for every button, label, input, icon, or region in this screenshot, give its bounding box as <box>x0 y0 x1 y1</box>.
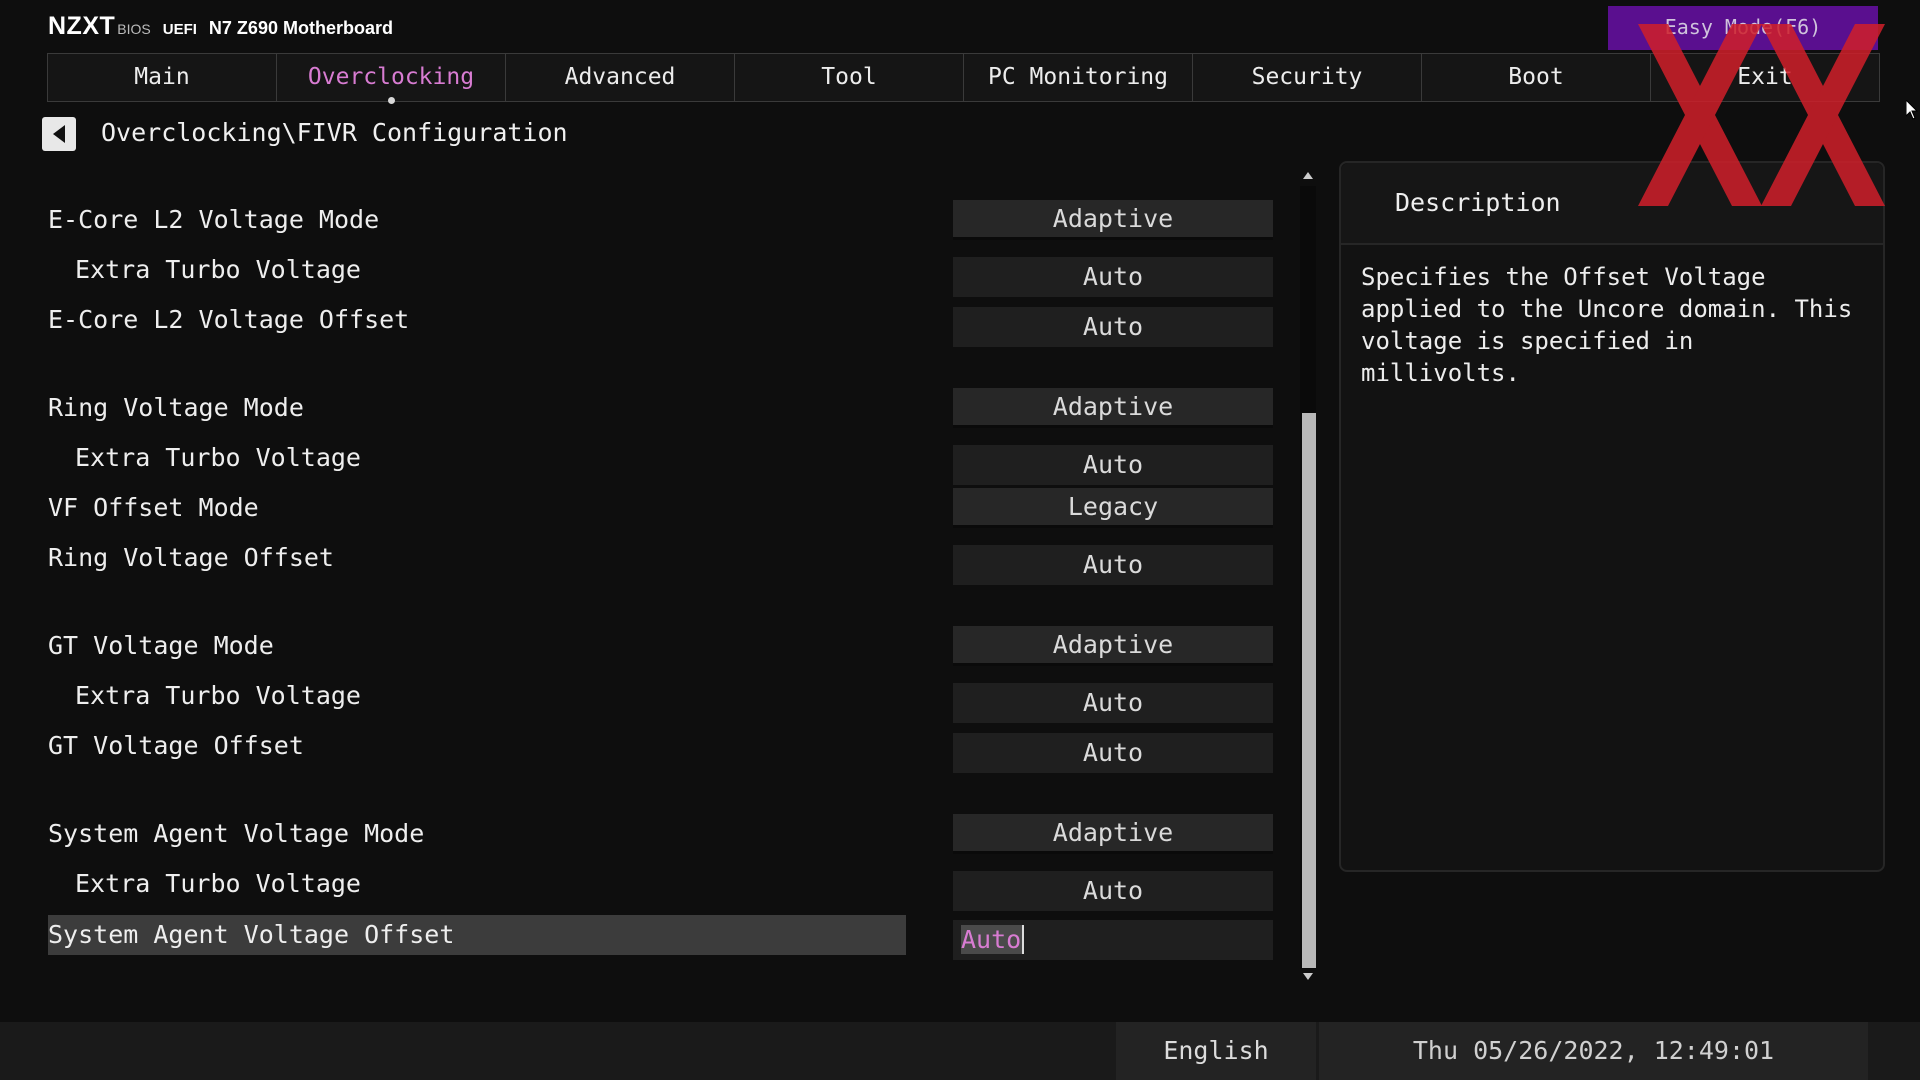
tab-security[interactable]: Security <box>1192 53 1421 102</box>
setting-value-dropdown[interactable]: Adaptive <box>953 388 1273 428</box>
xx-watermark-icon <box>1638 24 1885 206</box>
datetime-display: Thu 05/26/2022, 12:49:01 <box>1319 1022 1868 1080</box>
bios-screen: NZXT BIOS UEFI N7 Z690 Motherboard Easy … <box>0 0 1920 1080</box>
setting-value-field[interactable]: Auto <box>953 683 1273 723</box>
setting-value-dropdown[interactable]: Adaptive <box>953 626 1273 666</box>
tab-main[interactable]: Main <box>47 53 276 102</box>
setting-value-field[interactable]: Auto <box>953 871 1273 911</box>
setting-label[interactable]: GT Voltage Mode <box>48 626 908 666</box>
setting-label[interactable]: Extra Turbo Voltage <box>48 250 908 290</box>
triangle-down-icon[interactable] <box>1303 973 1313 980</box>
setting-label[interactable]: E-Core L2 Voltage Offset <box>48 300 908 340</box>
nzxt-logo: NZXT <box>48 12 116 40</box>
setting-label-selected[interactable]: System Agent Voltage Offset <box>48 915 906 955</box>
main-tabs: Main Overclocking Advanced Tool PC Monit… <box>47 53 1880 104</box>
setting-value-dropdown[interactable]: Legacy <box>953 488 1273 528</box>
setting-label[interactable]: VF Offset Mode <box>48 488 908 528</box>
setting-label[interactable]: System Agent Voltage Mode <box>48 814 908 854</box>
setting-label[interactable]: Extra Turbo Voltage <box>48 438 908 478</box>
setting-value-field[interactable]: Auto <box>953 257 1273 297</box>
left-triangle-icon <box>53 125 65 143</box>
description-panel: Description Specifies the Offset Voltage… <box>1339 161 1885 872</box>
brand-header: NZXT BIOS UEFI N7 Z690 Motherboard <box>48 12 393 41</box>
bios-label: BIOS <box>117 21 151 37</box>
uefi-label: UEFI <box>162 21 197 38</box>
setting-label[interactable]: Extra Turbo Voltage <box>48 864 908 904</box>
setting-value-input[interactable]: Auto <box>953 920 1273 960</box>
back-button[interactable] <box>42 117 76 151</box>
breadcrumb: Overclocking\FIVR Configuration <box>101 118 568 147</box>
tab-advanced[interactable]: Advanced <box>505 53 734 102</box>
setting-value-field[interactable]: Auto <box>953 545 1273 585</box>
setting-value-dropdown[interactable]: Adaptive <box>953 814 1273 854</box>
input-text: Auto <box>961 925 1025 954</box>
tab-pc-monitoring[interactable]: PC Monitoring <box>963 53 1192 102</box>
language-selector[interactable]: English <box>1116 1022 1316 1080</box>
setting-label[interactable]: Ring Voltage Offset <box>48 538 908 578</box>
setting-label[interactable]: Extra Turbo Voltage <box>48 676 908 716</box>
tab-overclocking[interactable]: Overclocking <box>276 53 505 104</box>
tab-boot[interactable]: Boot <box>1421 53 1650 102</box>
description-text: Specifies the Offset Voltage applied to … <box>1361 263 1853 387</box>
tab-tool[interactable]: Tool <box>734 53 963 102</box>
setting-value-field[interactable]: Auto <box>953 733 1273 773</box>
mouse-pointer-icon <box>1906 100 1918 120</box>
setting-value-field[interactable]: Auto <box>953 307 1273 347</box>
setting-label[interactable]: GT Voltage Offset <box>48 726 908 766</box>
triangle-up-icon[interactable] <box>1303 172 1313 179</box>
setting-label[interactable]: Ring Voltage Mode <box>48 388 908 428</box>
setting-value-dropdown[interactable]: Adaptive <box>953 200 1273 240</box>
setting-label[interactable]: E-Core L2 Voltage Mode <box>48 200 908 240</box>
board-name: N7 Z690 Motherboard <box>208 18 393 38</box>
setting-value-field[interactable]: Auto <box>953 445 1273 485</box>
scrollbar-thumb[interactable] <box>1302 413 1316 968</box>
